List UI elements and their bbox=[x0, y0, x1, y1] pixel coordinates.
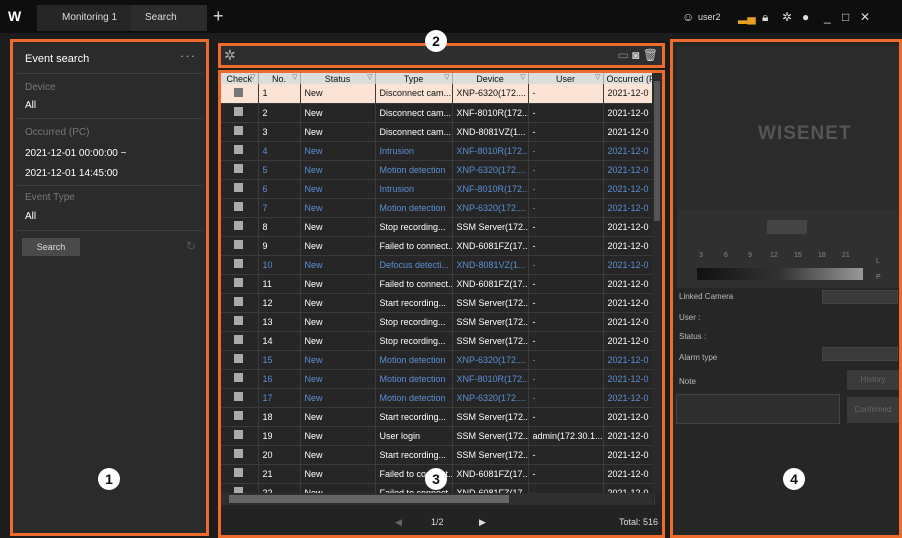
title-bar: W Monitoring 1 Search + ☺ user2 ▂▄ 🔒︎ ✲ … bbox=[0, 0, 902, 33]
tab-monitoring[interactable]: Monitoring 1 bbox=[37, 5, 131, 31]
callout-frame-1 bbox=[10, 39, 209, 536]
lock-icon[interactable]: 🔒︎ bbox=[762, 10, 768, 24]
user-icon[interactable]: ☺ bbox=[682, 10, 694, 24]
user-name: user2 bbox=[698, 12, 721, 22]
callout-1: 1 bbox=[98, 468, 120, 490]
maximize-icon[interactable]: □ bbox=[842, 10, 849, 24]
callout-frame-3 bbox=[218, 70, 665, 538]
add-tab-button[interactable]: + bbox=[213, 5, 224, 27]
callout-2: 2 bbox=[425, 30, 447, 52]
info-icon[interactable]: ● bbox=[802, 10, 809, 24]
callout-3: 3 bbox=[425, 468, 447, 490]
callout-frame-4 bbox=[670, 39, 902, 538]
app-window: W Monitoring 1 Search + ☺ user2 ▂▄ 🔒︎ ✲ … bbox=[0, 0, 902, 538]
callout-4: 4 bbox=[783, 468, 805, 490]
gear-icon[interactable]: ✲ bbox=[782, 10, 792, 24]
app-logo: W bbox=[8, 8, 21, 24]
signal-icon[interactable]: ▂▄ bbox=[738, 10, 756, 24]
tab-label: Monitoring 1 bbox=[62, 12, 118, 23]
tab-search[interactable]: Search bbox=[131, 5, 207, 31]
tab-label: Search bbox=[145, 12, 177, 23]
close-icon[interactable]: ✕ bbox=[860, 10, 870, 24]
minimize-icon[interactable]: _ bbox=[824, 10, 831, 24]
